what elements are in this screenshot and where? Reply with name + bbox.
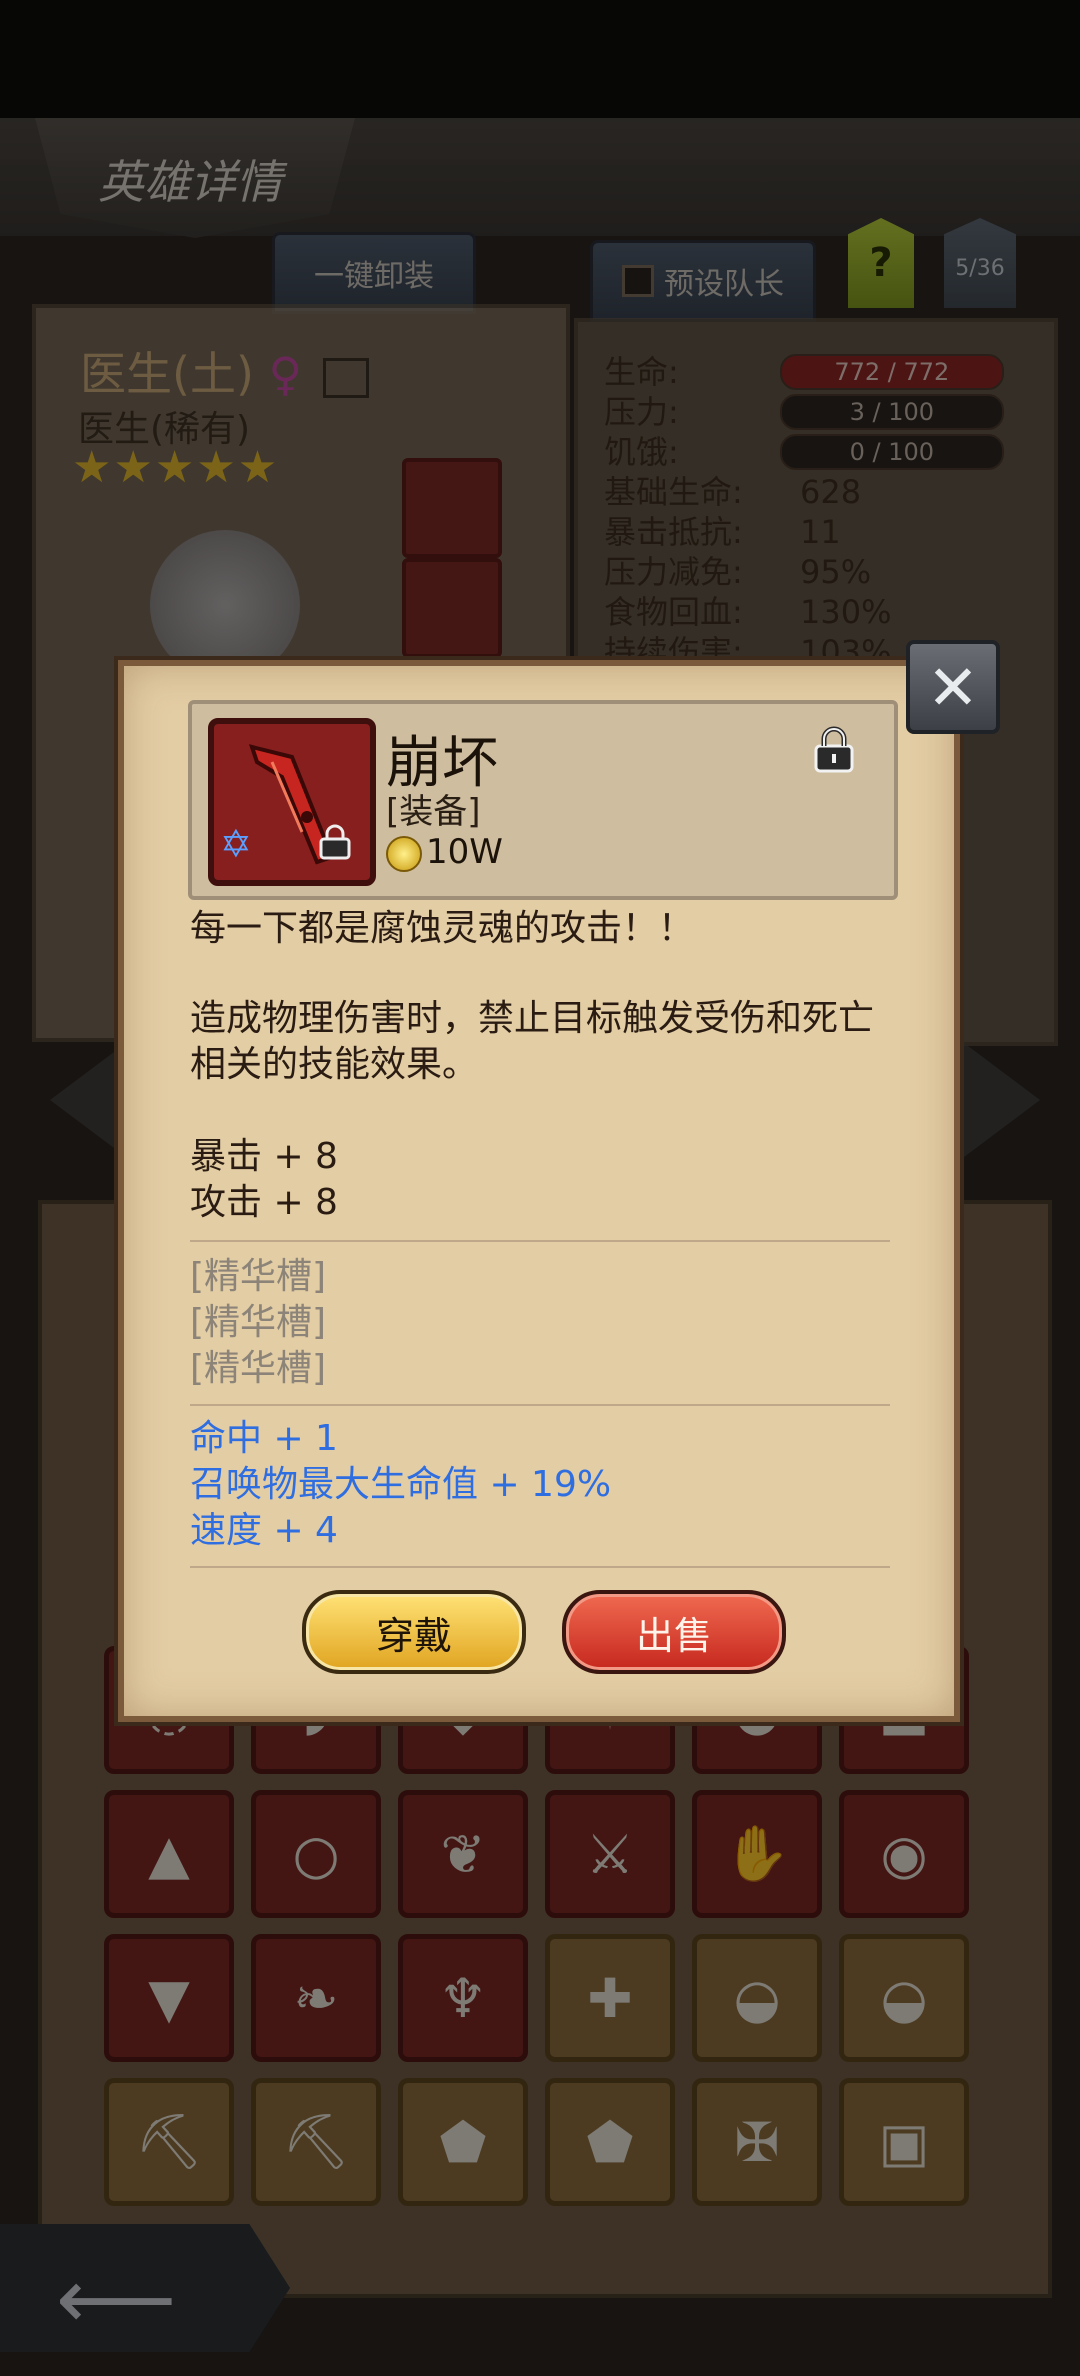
bonus-summon-hp: 召唤物最大生命值 + 19% — [190, 1464, 612, 1505]
sell-button[interactable]: 出售 — [562, 1590, 786, 1674]
essence-slots: [精华槽] [精华槽] [精华槽] — [190, 1254, 326, 1392]
item-description: 每一下都是腐蚀灵魂的攻击！！ 造成物理伤害时，禁止目标触发受伤和死亡相关的技能效… — [190, 906, 890, 1132]
coin-icon — [386, 836, 422, 872]
essence-slot[interactable]: [精华槽] — [190, 1254, 326, 1300]
close-icon: ✕ — [927, 650, 979, 724]
close-button[interactable]: ✕ — [906, 640, 1000, 734]
divider — [190, 1566, 890, 1568]
lock-icon[interactable] — [812, 726, 856, 774]
item-stats: 暴击 + 8 攻击 + 8 — [190, 1134, 338, 1226]
item-stat-attack: 攻击 + 8 — [190, 1182, 338, 1223]
divider — [190, 1404, 890, 1406]
essence-slot[interactable]: [精华槽] — [190, 1300, 326, 1346]
equip-button[interactable]: 穿戴 — [302, 1590, 526, 1674]
bonus-accuracy: 命中 + 1 — [190, 1418, 338, 1459]
item-price: 10W — [426, 832, 503, 872]
divider — [190, 1240, 890, 1242]
item-flavor-text: 每一下都是腐蚀灵魂的攻击！！ — [190, 908, 695, 949]
item-stat-crit: 暴击 + 8 — [190, 1136, 338, 1177]
item-type: [装备] — [386, 792, 481, 832]
item-lock-icon — [318, 824, 352, 860]
item-ability-text: 造成物理伤害时，禁止目标触发受伤和死亡相关的技能效果。 — [190, 998, 875, 1085]
item-bonuses: 命中 + 1 召唤物最大生命值 + 19% 速度 + 4 — [190, 1416, 611, 1554]
bonus-speed: 速度 + 4 — [190, 1510, 338, 1551]
star-of-david-icon: ✡ — [220, 822, 252, 866]
essence-slot[interactable]: [精华槽] — [190, 1346, 326, 1392]
